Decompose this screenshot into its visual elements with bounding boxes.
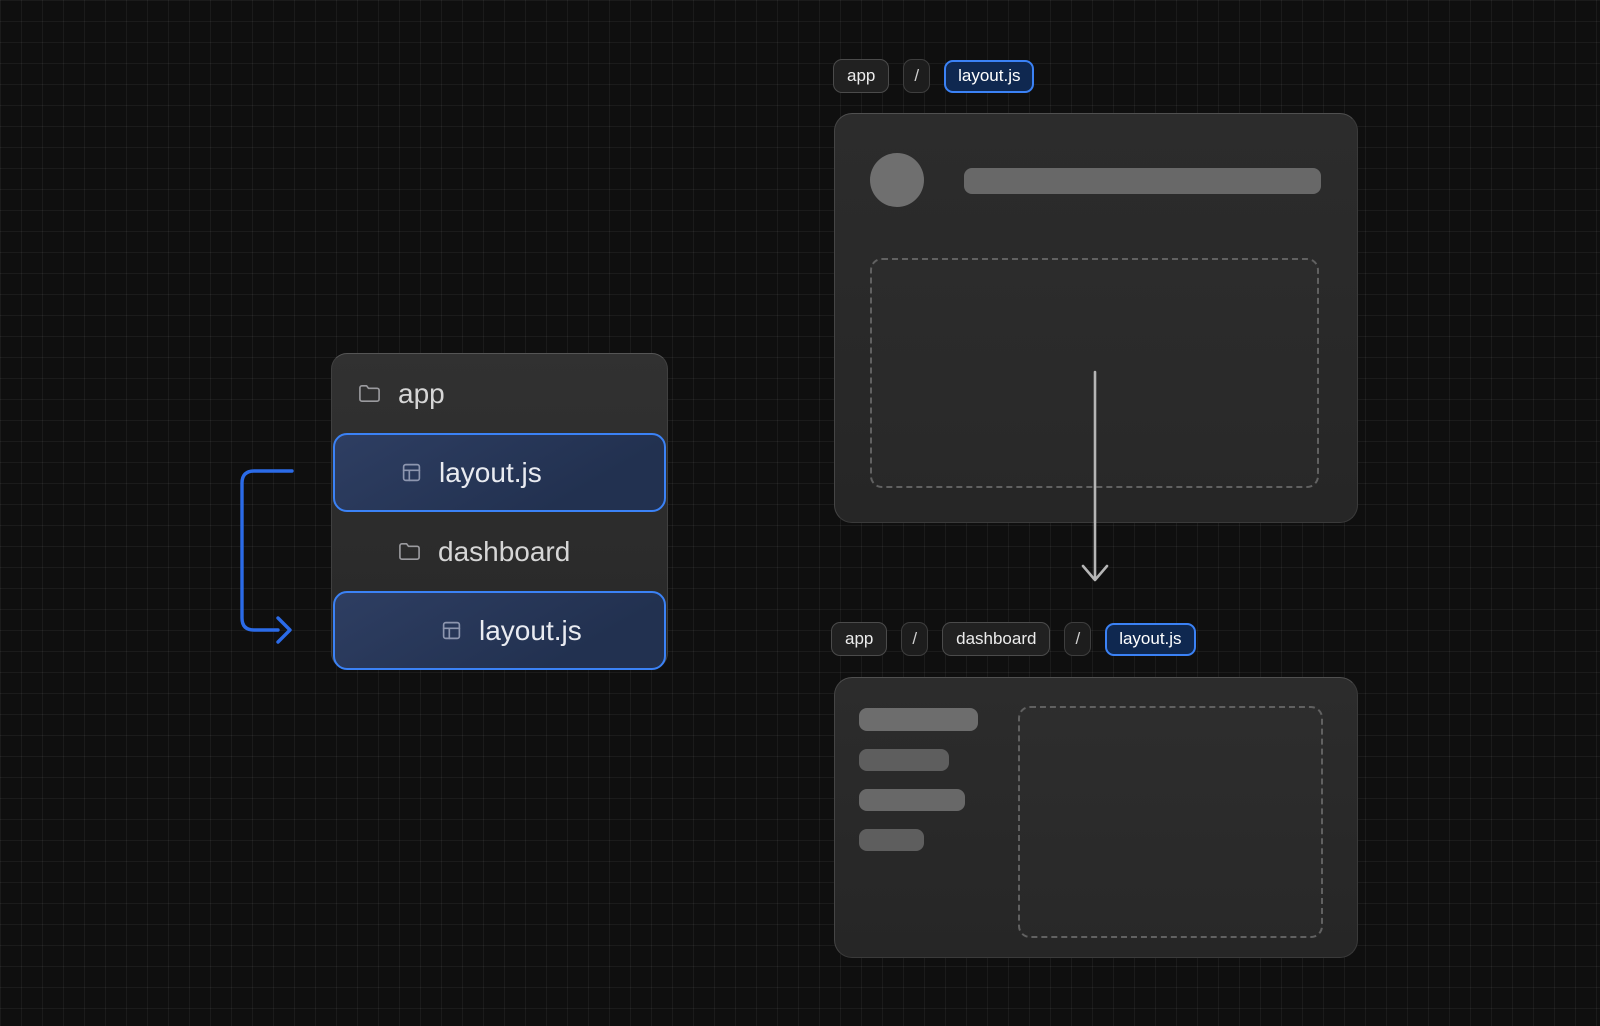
tree-item-dashboard: dashboard — [332, 512, 667, 591]
breadcrumb-segment-dashboard: dashboard — [942, 622, 1050, 656]
breadcrumb-dashboard-layout: app / dashboard / layout.js — [831, 622, 1196, 656]
connector-arrow-icon — [228, 458, 300, 648]
breadcrumb-root-layout: app / layout.js — [833, 59, 1034, 93]
breadcrumb-segment-app: app — [833, 59, 889, 93]
sidebar-bar-placeholder — [859, 708, 978, 731]
sidebar-bar-placeholder — [859, 789, 965, 811]
layout-file-icon — [441, 620, 462, 641]
tree-item-label: layout.js — [479, 615, 582, 647]
breadcrumb-segment-app: app — [831, 622, 887, 656]
header-bar-placeholder — [964, 168, 1321, 194]
breadcrumb-separator: / — [903, 59, 930, 93]
diagram-canvas: { "file_tree": { "items": [ {"label": "a… — [0, 0, 1600, 1026]
tree-item-layout-dashboard: layout.js — [333, 591, 666, 670]
tree-item-label: dashboard — [438, 536, 570, 568]
breadcrumb-segment-layout: layout.js — [944, 60, 1034, 93]
breadcrumb-separator: / — [1064, 622, 1091, 656]
tree-item-app: app — [332, 354, 667, 433]
file-tree-card: app layout.js dashboard layout.j — [331, 353, 668, 669]
children-slot-placeholder — [1018, 706, 1323, 938]
sidebar-bar-placeholder — [859, 829, 924, 851]
layout-file-icon — [401, 462, 422, 483]
avatar-placeholder — [870, 153, 924, 207]
folder-icon — [358, 382, 381, 405]
tree-item-layout-root: layout.js — [333, 433, 666, 512]
folder-icon — [398, 540, 421, 563]
tree-item-label: app — [398, 378, 445, 410]
sidebar-bar-placeholder — [859, 749, 949, 771]
breadcrumb-separator: / — [901, 622, 928, 656]
dashboard-layout-preview — [834, 677, 1358, 958]
arrow-down-icon — [1078, 370, 1112, 586]
breadcrumb-segment-layout: layout.js — [1105, 623, 1195, 656]
tree-item-label: layout.js — [439, 457, 542, 489]
